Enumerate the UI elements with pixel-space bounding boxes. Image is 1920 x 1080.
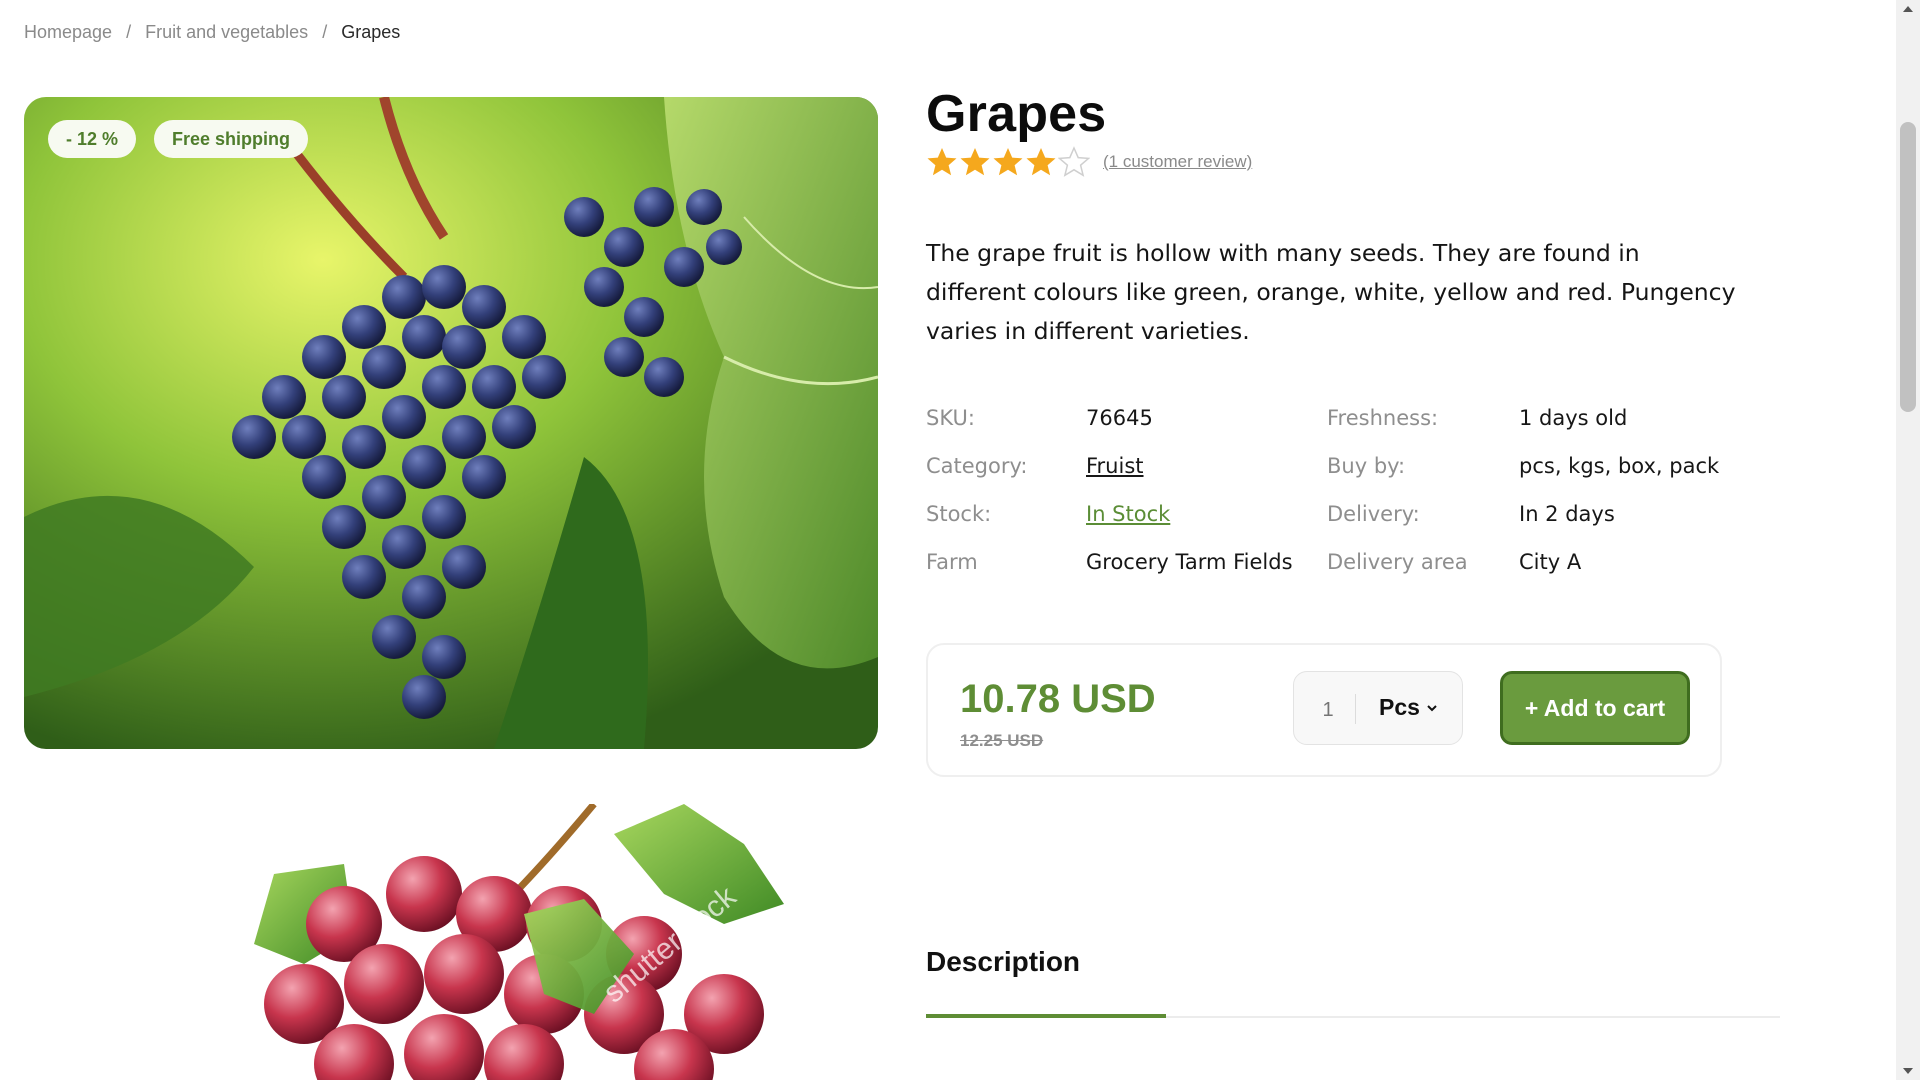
quantity-selector: Pcs	[1293, 671, 1463, 745]
breadcrumb-category-link[interactable]: Fruit and vegetables	[145, 22, 308, 43]
sku-label: SKU:	[926, 406, 975, 430]
farm-value: Grocery Tarm Fields	[1086, 550, 1293, 574]
freshness-label: Freshness:	[1327, 406, 1439, 430]
scrollbar-thumb[interactable]	[1900, 122, 1916, 412]
tab-description[interactable]: Description	[926, 946, 1080, 978]
breadcrumb-current: Grapes	[341, 22, 401, 42]
red-grapes-photo: shutterstock	[24, 804, 878, 1080]
star-filled-icon	[960, 148, 990, 176]
free-shipping-badge: Free shipping	[154, 120, 309, 158]
scroll-up-arrow-icon[interactable]	[1902, 4, 1914, 14]
category-link[interactable]: Fruist	[1086, 454, 1144, 478]
breadcrumb-separator: /	[126, 22, 132, 42]
product-tabs: Description	[926, 946, 1780, 1018]
delivery-label: Delivery:	[1327, 502, 1420, 526]
spec-row: Stock: In Stock Delivery: In 2 days	[926, 502, 1746, 550]
delivery-area-value: City A	[1519, 550, 1582, 574]
star-empty-icon	[1058, 146, 1090, 177]
farm-label: Farm	[926, 550, 978, 574]
spec-row: Category: Fruist Buy by: pcs, kgs, box, …	[926, 454, 1746, 502]
purchase-box: 10.78 USD 12.25 USD Pcs + Add to cart	[926, 643, 1722, 777]
discount-badge: - 12 %	[48, 120, 137, 158]
scroll-down-arrow-icon[interactable]	[1902, 1066, 1914, 1076]
product-secondary-image[interactable]: shutterstock	[24, 804, 878, 1080]
product-description: The grape fruit is hollow with many seed…	[926, 239, 1736, 345]
star-filled-icon	[927, 148, 957, 176]
page-scrollbar[interactable]	[1896, 0, 1920, 1080]
product-rating: (1 customer review)	[926, 146, 1252, 178]
old-price: 12.25 USD	[960, 731, 1044, 750]
spec-row: Farm Grocery Tarm Fields Delivery area C…	[926, 550, 1746, 598]
add-to-cart-button[interactable]: + Add to cart	[1500, 671, 1690, 745]
breadcrumb-separator: /	[322, 22, 328, 42]
rating-stars	[926, 146, 1091, 178]
freshness-value: 1 days old	[1519, 406, 1628, 430]
star-filled-icon	[1026, 148, 1056, 176]
customer-review-link[interactable]: (1 customer review)	[1103, 152, 1252, 172]
category-label: Category:	[926, 454, 1028, 478]
breadcrumb-homepage-link[interactable]: Homepage	[24, 22, 112, 43]
star-filled-icon	[993, 148, 1023, 176]
unit-dropdown[interactable]: Pcs	[1379, 694, 1438, 721]
product-specs: SKU: 76645 Freshness: 1 days old Categor…	[926, 406, 1746, 598]
delivery-area-label: Delivery area	[1327, 550, 1468, 574]
buy-by-label: Buy by:	[1327, 454, 1406, 478]
buy-by-value: pcs, kgs, box, pack	[1519, 454, 1720, 478]
quantity-input[interactable]	[1306, 694, 1350, 726]
stock-status-link[interactable]: In Stock	[1086, 502, 1170, 526]
product-main-image[interactable]: - 12 % Free shipping	[24, 97, 878, 749]
sku-value: 76645	[1086, 406, 1153, 430]
tab-active-indicator	[926, 1014, 1166, 1018]
current-price: 10.78 USD	[960, 677, 1156, 721]
breadcrumb: Homepage / Fruit and vegetables / Grapes	[24, 22, 400, 43]
grapes-photo	[24, 97, 878, 749]
unit-dropdown-value: Pcs	[1379, 694, 1420, 720]
stock-label: Stock:	[926, 502, 992, 526]
chevron-down-icon	[1427, 704, 1437, 711]
spec-row: SKU: 76645 Freshness: 1 days old	[926, 406, 1746, 454]
delivery-value: In 2 days	[1519, 502, 1615, 526]
product-title: Grapes	[926, 85, 1107, 143]
quantity-divider	[1355, 694, 1356, 724]
